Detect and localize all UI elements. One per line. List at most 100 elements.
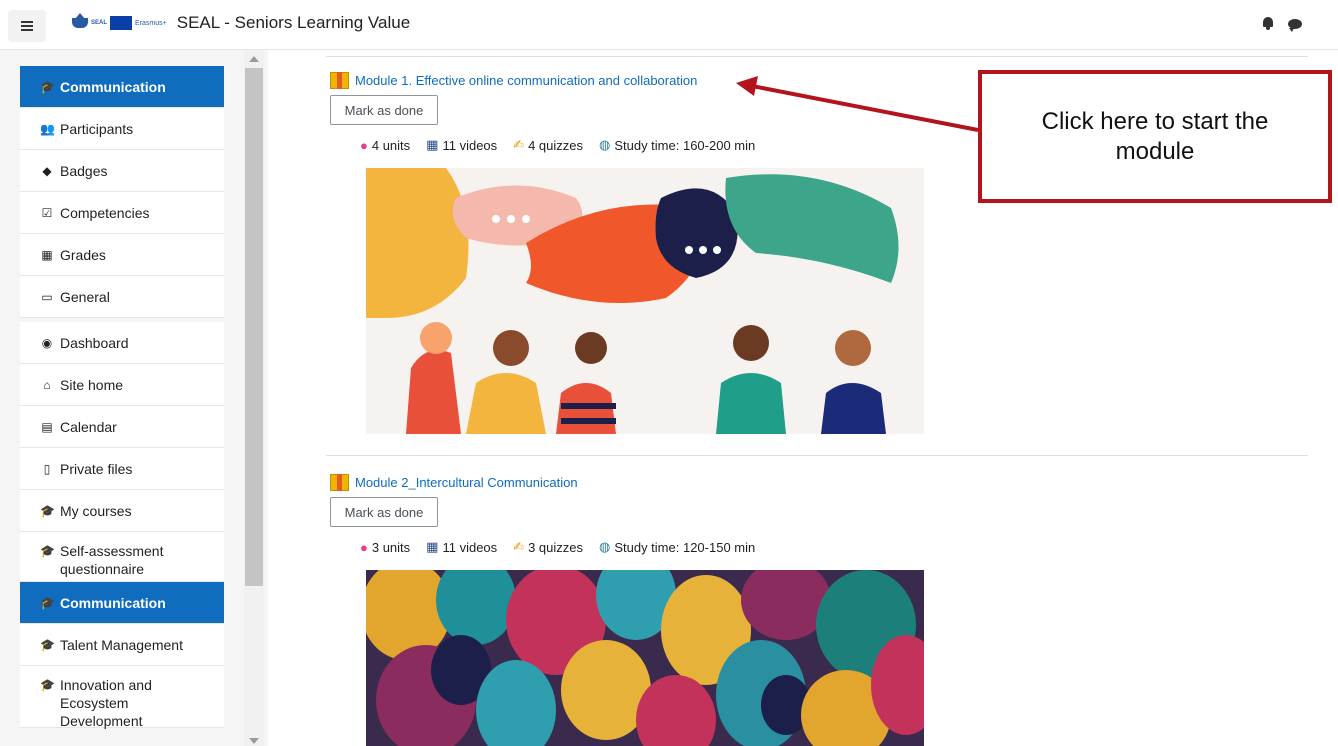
film-icon: ▦ <box>426 539 439 554</box>
scrollbar-thumb[interactable] <box>245 68 263 586</box>
sidebar-item-site-home[interactable]: ⌂ Site home <box>20 364 224 406</box>
sidebar-item-calendar[interactable]: ▤ Calendar <box>20 406 224 448</box>
quizzes-count: 4 quizzes <box>528 137 583 153</box>
sidebar-item-my-courses[interactable]: 🎓 My courses <box>20 490 224 532</box>
nav-drawer: 🎓 Communication 👥 Participants ◆ Badges … <box>0 50 268 746</box>
communication-illustration <box>366 168 924 434</box>
sidebar-item-communication[interactable]: 🎓 Communication <box>20 66 224 108</box>
annotation-text: Click here to start the module <box>1041 107 1269 165</box>
users-icon: 👥 <box>40 121 55 136</box>
module-stats: ● 4 units ▦ 11 videos ✍ 4 quizzes ◍ Stud… <box>360 137 755 153</box>
module-title[interactable]: Module 2_Intercultural Communication <box>355 475 578 490</box>
graduation-cap-icon: 🎓 <box>40 503 55 518</box>
table-icon: ▦ <box>41 247 53 262</box>
module-1-image <box>366 168 924 434</box>
graduation-cap-icon: 🎓 <box>40 637 55 652</box>
quizzes-count: 3 quizzes <box>528 539 583 555</box>
sidebar-item-label: Innovation and Ecosystem Development <box>60 677 152 729</box>
section-divider <box>326 56 1308 57</box>
study-time: Study time: 160-200 min <box>614 137 756 153</box>
bell-icon[interactable] <box>1262 17 1274 30</box>
package-icon <box>330 72 349 89</box>
units-count: 3 units <box>371 539 411 555</box>
graduation-cap-icon: 🎓 <box>40 595 55 610</box>
sidebar-item-label: Participants <box>60 120 134 137</box>
mark-as-done-button[interactable]: Mark as done <box>330 95 438 125</box>
annotation-callout: Click here to start the module <box>978 70 1332 203</box>
graduation-cap-icon: 🎓 <box>40 544 55 558</box>
site-title[interactable]: SEAL - Seniors Learning Value <box>177 13 410 33</box>
sidebar-item-label: Grades <box>60 246 106 263</box>
package-icon <box>330 474 349 491</box>
sidebar-item-general[interactable]: ▭ General <box>20 276 224 318</box>
sidebar-item-label: Badges <box>60 162 108 179</box>
sidebar-item-label: General <box>60 288 110 305</box>
sidebar-item-label: Communication <box>60 594 166 611</box>
pencil-icon: ✍ <box>513 137 525 152</box>
mark-as-done-button[interactable]: Mark as done <box>330 497 438 527</box>
home-icon: ⌂ <box>43 377 51 392</box>
nav-drawer-list: 🎓 Communication 👥 Participants ◆ Badges … <box>20 66 224 729</box>
sidebar-item-label: Site home <box>60 376 124 393</box>
sidebar-item-innovation[interactable]: 🎓 Innovation and Ecosystem Development <box>20 666 224 729</box>
logo-erasmus-text: Erasmus+ <box>135 19 167 27</box>
videos-count: 11 videos <box>442 137 498 153</box>
sidebar-item-label: Calendar <box>60 418 117 435</box>
top-navbar: SEAL Erasmus+ SEAL - Seniors Learning Va… <box>0 0 1338 50</box>
sidebar-item-talent-management[interactable]: 🎓 Talent Management <box>20 624 224 666</box>
brain-icon: ● <box>360 137 368 153</box>
module-2-image <box>366 570 924 746</box>
faces-illustration <box>366 570 924 746</box>
module-2: Module 2_Intercultural Communication Mar… <box>330 474 755 555</box>
sidebar-item-participants[interactable]: 👥 Participants <box>20 108 224 150</box>
sidebar-item-grades[interactable]: ▦ Grades <box>20 234 224 276</box>
calendar-icon: ▤ <box>41 419 53 434</box>
chat-icon[interactable] <box>1288 19 1302 32</box>
folder-icon: ▭ <box>41 289 53 304</box>
sidebar-item-label: Private files <box>60 460 133 477</box>
brand[interactable]: SEAL Erasmus+ SEAL - Seniors Learning Va… <box>72 13 410 33</box>
menu-toggle-button[interactable] <box>8 10 46 42</box>
sidebar-item-dashboard[interactable]: ◉ Dashboard <box>20 322 224 364</box>
brain-icon: ● <box>360 539 368 555</box>
sidebar-item-label: Talent Management <box>60 636 183 653</box>
section-divider <box>326 455 1308 456</box>
graduation-cap-icon: 🎓 <box>40 79 55 94</box>
file-icon: ▯ <box>43 461 51 476</box>
module-1: Module 1. Effective online communication… <box>330 72 755 153</box>
scroll-up-arrow-icon[interactable] <box>249 56 259 62</box>
ship-icon <box>72 13 88 28</box>
videos-count: 11 videos <box>442 539 498 555</box>
shield-icon: ◆ <box>42 163 52 178</box>
sidebar-item-label: Communication <box>60 78 166 95</box>
logo-seal-text: SEAL <box>91 20 108 26</box>
clock-icon: ◍ <box>598 539 611 554</box>
clock-icon: ◍ <box>598 137 611 152</box>
site-logo: SEAL Erasmus+ <box>72 13 167 30</box>
pencil-icon: ✍ <box>513 539 525 554</box>
nav-icons <box>1262 17 1302 32</box>
hamburger-icon <box>21 25 33 27</box>
eu-flag-icon <box>110 16 133 30</box>
sidebar-item-competencies[interactable]: ☑ Competencies <box>20 192 224 234</box>
sidebar-item-label: Self-assessment questionnaire <box>60 543 164 577</box>
sidebar-item-private-files[interactable]: ▯ Private files <box>20 448 224 490</box>
module-1-link[interactable]: Module 1. Effective online communication… <box>330 72 755 89</box>
sidebar-item-communication-course[interactable]: 🎓 Communication <box>20 582 224 624</box>
module-stats: ● 3 units ▦ 11 videos ✍ 3 quizzes ◍ Stud… <box>360 539 755 555</box>
dashboard-icon: ◉ <box>41 335 53 350</box>
film-icon: ▦ <box>426 137 439 152</box>
study-time: Study time: 120-150 min <box>614 539 756 555</box>
units-count: 4 units <box>371 137 411 153</box>
graduation-cap-icon: 🎓 <box>40 678 55 692</box>
sidebar-item-self-assessment[interactable]: 🎓 Self-assessment questionnaire <box>20 532 224 582</box>
sidebar-item-label: Competencies <box>60 204 150 221</box>
sidebar-item-label: Dashboard <box>60 334 129 351</box>
sidebar-scrollbar[interactable] <box>244 50 264 746</box>
sidebar-item-label: My courses <box>60 502 132 519</box>
sidebar-item-badges[interactable]: ◆ Badges <box>20 150 224 192</box>
checkbox-icon: ☑ <box>41 205 53 220</box>
module-title[interactable]: Module 1. Effective online communication… <box>355 73 697 88</box>
scroll-down-arrow-icon[interactable] <box>249 738 259 744</box>
module-2-link[interactable]: Module 2_Intercultural Communication <box>330 474 755 491</box>
